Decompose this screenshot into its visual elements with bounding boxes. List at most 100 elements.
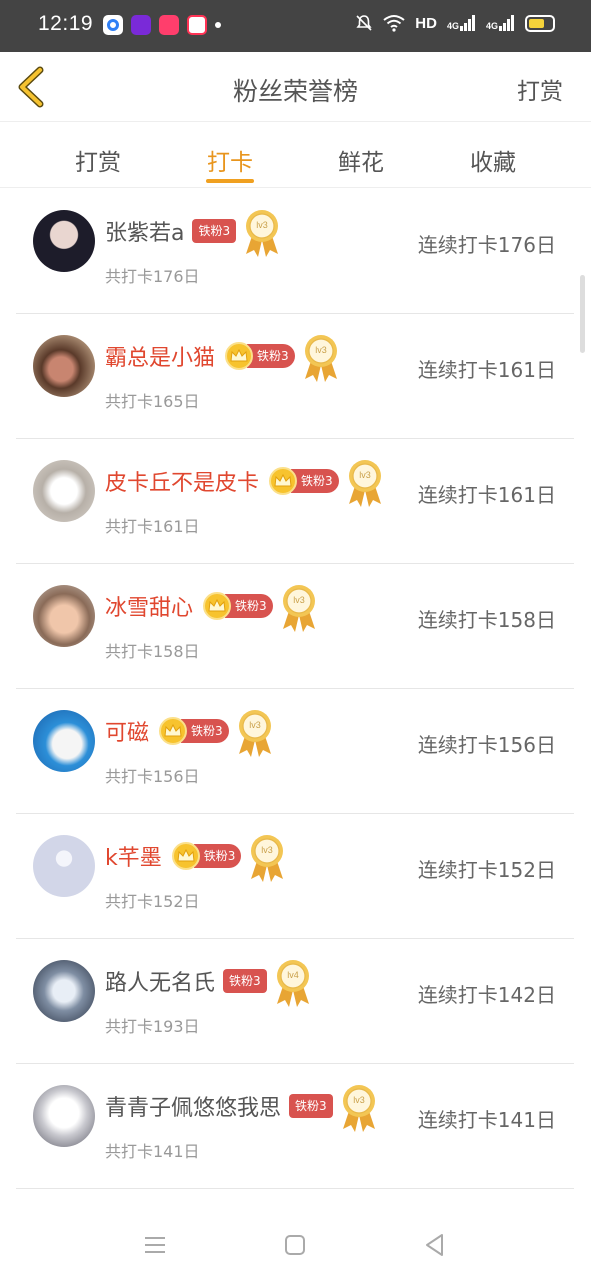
level-medal-icon: lv4 bbox=[276, 960, 309, 1007]
signal-4g-1: 4G bbox=[447, 15, 476, 31]
status-time: 12:19 bbox=[38, 12, 94, 35]
medal-level-text: lv3 bbox=[359, 470, 371, 480]
fan-level-badge: 铁粉3 bbox=[291, 469, 339, 493]
fan-level-badge: 铁粉3 bbox=[289, 1094, 333, 1118]
home-icon[interactable] bbox=[282, 1232, 308, 1258]
tab-reward[interactable]: 打赏 bbox=[58, 143, 138, 177]
level-medal-icon: lv3 bbox=[348, 460, 381, 507]
streak-checkin: 连续打卡142日 bbox=[417, 983, 556, 1007]
user-name[interactable]: 可磁 bbox=[105, 715, 149, 747]
avatar-anime-cat[interactable] bbox=[33, 710, 95, 772]
fan-level-badge: 铁粉3 bbox=[247, 344, 295, 368]
user-name[interactable]: 青青子佩悠悠我思 bbox=[105, 1090, 281, 1122]
notification-icons bbox=[103, 15, 221, 35]
crown-icon bbox=[171, 842, 200, 870]
streak-checkin: 连续打卡156日 bbox=[417, 733, 556, 757]
medal-level-text: lv3 bbox=[315, 345, 327, 355]
avatar-cat-girl[interactable] bbox=[33, 335, 95, 397]
total-checkin: 共打卡165日 bbox=[105, 392, 200, 411]
user-name[interactable]: 张紫若a bbox=[105, 215, 184, 247]
name-line: 可磁 铁粉3 lv3 bbox=[105, 710, 275, 757]
total-checkin: 共打卡193日 bbox=[105, 1017, 200, 1036]
active-tab-indicator bbox=[206, 179, 254, 183]
reward-button[interactable]: 打赏 bbox=[517, 72, 563, 106]
streak-checkin: 连续打卡161日 bbox=[417, 358, 556, 382]
tv-app-icon bbox=[187, 15, 207, 35]
list-item[interactable]: 张紫若a 铁粉3 lv3 共打卡176日 连续打卡176日 bbox=[0, 189, 591, 314]
medal-level-text: lv4 bbox=[287, 970, 299, 980]
list-item[interactable]: k芊墨 铁粉3 lv3 共打卡152日 连续打卡152日 bbox=[0, 814, 591, 939]
list-item[interactable]: 冰雪甜心 铁粉3 lv3 共打卡158日 连续打卡158日 bbox=[0, 564, 591, 689]
streak-checkin: 连续打卡161日 bbox=[417, 483, 556, 507]
battery-icon bbox=[525, 14, 555, 32]
fan-level-badge: 铁粉3 bbox=[193, 844, 242, 868]
list-item[interactable]: 皮卡丘不是皮卡 铁粉3 lv3 共打卡161日 连续打卡161日 bbox=[0, 439, 591, 564]
user-name[interactable]: 冰雪甜心 bbox=[105, 590, 193, 622]
streak-checkin: 连续打卡141日 bbox=[417, 1108, 556, 1132]
status-bar: 12:19 HD 4G 4G bbox=[0, 0, 591, 52]
avatar-white-cat[interactable] bbox=[33, 460, 95, 522]
total-checkin: 共打卡156日 bbox=[105, 767, 200, 786]
total-checkin: 共打卡161日 bbox=[105, 517, 200, 536]
fan-level-badge: 铁粉3 bbox=[225, 594, 273, 618]
medal-level-text: lv3 bbox=[256, 220, 268, 230]
total-checkin: 共打卡158日 bbox=[105, 642, 200, 661]
status-indicators: HD 4G 4G bbox=[355, 14, 555, 32]
name-line: k芊墨 铁粉3 lv3 bbox=[105, 835, 287, 882]
divider bbox=[16, 1188, 574, 1189]
level-medal-icon: lv3 bbox=[304, 335, 337, 382]
avatar-girl[interactable] bbox=[33, 210, 95, 272]
fan-ranking-list: 张紫若a 铁粉3 lv3 共打卡176日 连续打卡176日 霸总是小猫 铁粉3 bbox=[0, 189, 591, 1189]
name-line: 路人无名氏 铁粉3 lv4 bbox=[105, 960, 313, 1007]
streak-checkin: 连续打卡158日 bbox=[417, 608, 556, 632]
scrollbar[interactable] bbox=[580, 275, 585, 353]
wifi-icon bbox=[383, 15, 405, 32]
tab-checkin[interactable]: 打卡 bbox=[190, 143, 270, 177]
level-medal-icon: lv3 bbox=[246, 210, 279, 257]
total-checkin: 共打卡176日 bbox=[105, 267, 200, 286]
page-title: 粉丝荣誉榜 bbox=[232, 77, 358, 106]
total-checkin: 共打卡141日 bbox=[105, 1142, 200, 1161]
list-item[interactable]: 青青子佩悠悠我思 铁粉3 lv3 共打卡141日 连续打卡141日 bbox=[0, 1064, 591, 1189]
name-line: 张紫若a 铁粉3 lv3 bbox=[105, 210, 282, 257]
avatar-default[interactable] bbox=[33, 835, 95, 897]
level-medal-icon: lv3 bbox=[251, 835, 284, 882]
total-checkin: 共打卡152日 bbox=[105, 892, 200, 911]
user-name[interactable]: 霸总是小猫 bbox=[105, 340, 215, 372]
tab-bar: 打赏 打卡 鲜花 收藏 bbox=[0, 123, 591, 188]
signal-bars-icon bbox=[499, 15, 514, 31]
avatar-white-dog[interactable] bbox=[33, 1085, 95, 1147]
medal-level-text: lv3 bbox=[353, 1095, 365, 1105]
back-triangle-icon[interactable] bbox=[422, 1232, 448, 1258]
name-line: 皮卡丘不是皮卡 铁粉3 lv3 bbox=[105, 460, 385, 507]
video-app-icon bbox=[131, 15, 151, 35]
medal-level-text: lv3 bbox=[262, 845, 274, 855]
medal-level-text: lv3 bbox=[293, 595, 305, 605]
streak-checkin: 连续打卡176日 bbox=[417, 233, 556, 257]
list-item[interactable]: 霸总是小猫 铁粉3 lv3 共打卡165日 连续打卡161日 bbox=[0, 314, 591, 439]
user-name[interactable]: 路人无名氏 bbox=[105, 965, 215, 997]
menu-icon[interactable] bbox=[142, 1232, 168, 1258]
list-item[interactable]: 可磁 铁粉3 lv3 共打卡156日 连续打卡156日 bbox=[0, 689, 591, 814]
level-medal-icon: lv3 bbox=[238, 710, 271, 757]
level-medal-icon: lv3 bbox=[342, 1085, 375, 1132]
user-name[interactable]: 皮卡丘不是皮卡 bbox=[105, 465, 259, 497]
tab-flowers[interactable]: 鲜花 bbox=[321, 143, 401, 177]
medal-level-text: lv3 bbox=[249, 720, 261, 730]
signal-4g-2: 4G bbox=[486, 15, 515, 31]
streak-checkin: 连续打卡152日 bbox=[417, 858, 556, 882]
name-line: 冰雪甜心 铁粉3 lv3 bbox=[105, 585, 319, 632]
fan-level-badge: 铁粉3 bbox=[181, 719, 229, 743]
avatar-anime-boy[interactable] bbox=[33, 960, 95, 1022]
list-item[interactable]: 路人无名氏 铁粉3 lv4 共打卡193日 连续打卡142日 bbox=[0, 939, 591, 1064]
avatar-child[interactable] bbox=[33, 585, 95, 647]
crown-icon bbox=[159, 717, 188, 745]
tab-favorites[interactable]: 收藏 bbox=[453, 143, 533, 177]
browser-app-icon bbox=[103, 15, 123, 35]
name-line: 霸总是小猫 铁粉3 lv3 bbox=[105, 335, 341, 382]
system-nav-bar bbox=[0, 1210, 591, 1280]
level-medal-icon: lv3 bbox=[282, 585, 315, 632]
user-name[interactable]: k芊墨 bbox=[105, 840, 162, 872]
crown-icon bbox=[225, 342, 254, 370]
fan-level-badge: 铁粉3 bbox=[192, 219, 237, 243]
